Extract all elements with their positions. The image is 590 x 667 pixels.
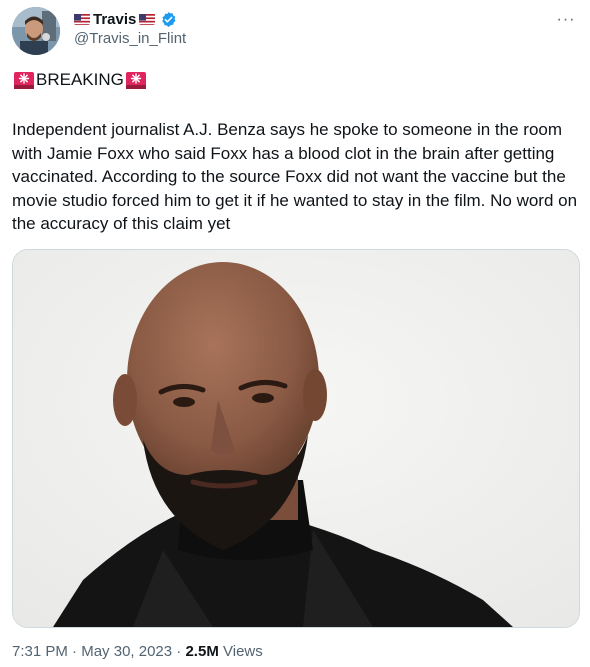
views-count[interactable]: 2.5M xyxy=(185,643,218,660)
author-handle[interactable]: @Travis_in_Flint xyxy=(74,30,186,47)
verified-badge-icon[interactable] xyxy=(160,11,177,28)
tweet-meta: 7:31 PM · May 30, 2023 · 2.5M Views xyxy=(12,643,263,660)
tweet-date[interactable]: May 30, 2023 xyxy=(81,643,172,660)
tweet-media-photo[interactable] xyxy=(12,249,580,628)
us-flag-icon xyxy=(139,13,156,25)
portrait-image xyxy=(13,250,579,627)
breaking-label: BREAKING xyxy=(36,70,124,89)
us-flag-icon xyxy=(74,13,90,25)
display-name: Travis xyxy=(93,10,137,28)
meta-separator: · xyxy=(176,643,182,660)
views-label: Views xyxy=(223,643,263,660)
author-name-row[interactable]: Travis xyxy=(74,9,186,29)
tweet-header: Travis @Travis_in_Flint ··· xyxy=(12,7,578,55)
tweet-time[interactable]: 7:31 PM xyxy=(12,643,68,660)
tweet-text: Independent journalist A.J. Benza says h… xyxy=(12,120,578,233)
author-info: Travis @Travis_in_Flint xyxy=(74,9,186,47)
meta-separator: · xyxy=(72,643,78,660)
breaking-line: BREAKING xyxy=(12,70,148,90)
avatar-photo xyxy=(12,7,60,55)
siren-icon xyxy=(13,70,35,90)
more-options-icon[interactable]: ··· xyxy=(554,11,578,29)
avatar[interactable] xyxy=(12,7,60,55)
siren-icon xyxy=(125,70,147,90)
